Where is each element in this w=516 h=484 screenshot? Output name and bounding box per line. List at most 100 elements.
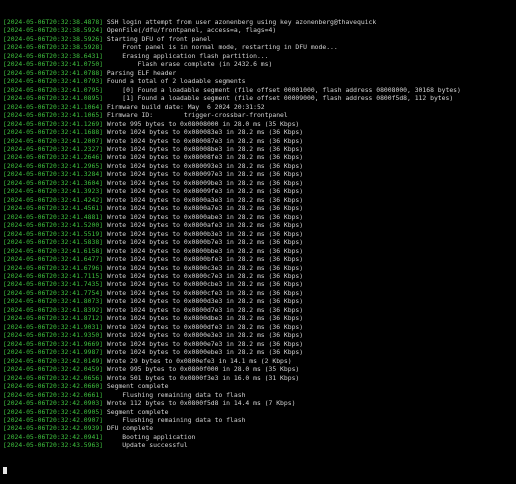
log-timestamp: [2024-05-06T20:32:42.0903]	[3, 399, 104, 408]
log-timestamp: [2024-05-06T20:32:41.6158]	[3, 246, 104, 255]
log-line: [2024-05-06T20:32:41.1064] Firmware buil…	[3, 103, 516, 111]
log-message: Booting application	[106, 432, 196, 441]
log-timestamp: [2024-05-06T20:32:38.5926]	[3, 34, 104, 43]
log-timestamp: [2024-05-06T20:32:42.0660]	[3, 382, 104, 391]
log-line: [2024-05-06T20:32:41.9987] Wrote 1024 by…	[3, 348, 516, 356]
log-message: Firmware build date: May 6 2024 20:31:52	[106, 102, 265, 111]
log-timestamp: [2024-05-06T20:32:41.9669]	[3, 339, 104, 348]
log-message: Wrote 1024 bytes to 0x0800d7e3 in 28.2 m…	[106, 305, 304, 314]
terminal-output[interactable]: [2024-05-06T20:32:38.4878] SSH login att…	[3, 1, 516, 474]
log-line: [2024-05-06T20:32:41.6796] Wrote 1024 by…	[3, 264, 516, 272]
log-timestamp: [2024-05-06T20:32:42.0907]	[3, 415, 104, 424]
log-message: Flushing remaining data to flash	[106, 415, 246, 424]
log-message: Wrote 1024 bytes to 0x0800ebe3 in 28.2 m…	[106, 348, 304, 357]
log-line: [2024-05-06T20:32:41.4881] Wrote 1024 by…	[3, 213, 516, 221]
log-timestamp: [2024-05-06T20:32:41.3284]	[3, 170, 104, 179]
log-timestamp: [2024-05-06T20:32:42.0941]	[3, 432, 104, 441]
log-line: [2024-05-06T20:32:42.0905] Segment compl…	[3, 408, 516, 416]
log-message: Wrote 1024 bytes to 0x0800cbe3 in 28.2 m…	[106, 280, 304, 289]
log-line: [2024-05-06T20:32:41.1065] Firmware ID: …	[3, 111, 516, 119]
log-line: [2024-05-06T20:32:41.7754] Wrote 1024 by…	[3, 289, 516, 297]
log-timestamp: [2024-05-06T20:32:41.1269]	[3, 119, 104, 128]
log-timestamp: [2024-05-06T20:32:38.5924]	[3, 26, 104, 35]
log-line: [2024-05-06T20:32:41.7435] Wrote 1024 by…	[3, 280, 516, 288]
log-message: [1] Found a loadable segment (file offse…	[106, 94, 454, 103]
log-message: Starting DFU of front panel	[106, 34, 211, 43]
log-line: [2024-05-06T20:32:41.5838] Wrote 1024 by…	[3, 238, 516, 246]
log-timestamp: [2024-05-06T20:32:41.0895]	[3, 94, 104, 103]
text-cursor	[3, 466, 7, 474]
log-line: [2024-05-06T20:32:38.4878] SSH login att…	[3, 18, 516, 26]
log-timestamp: [2024-05-06T20:32:41.0750]	[3, 60, 104, 69]
log-line: [2024-05-06T20:32:41.9669] Wrote 1024 by…	[3, 340, 516, 348]
log-message: Wrote 995 bytes to 0x08008000 in 28.0 ms…	[106, 119, 300, 128]
log-line: [2024-05-06T20:32:41.9350] Wrote 1024 by…	[3, 331, 516, 339]
log-timestamp: [2024-05-06T20:32:42.0656]	[3, 373, 104, 382]
log-timestamp: [2024-05-06T20:32:42.0459]	[3, 365, 104, 374]
log-line: [2024-05-06T20:32:41.9031] Wrote 1024 by…	[3, 323, 516, 331]
log-message: Wrote 1024 bytes to 0x080083e3 in 28.2 m…	[106, 128, 304, 137]
log-message: Wrote 1024 bytes to 0x0800c3e3 in 28.2 m…	[106, 263, 304, 272]
log-timestamp: [2024-05-06T20:32:41.4242]	[3, 195, 104, 204]
log-line: [2024-05-06T20:32:38.5926] Starting DFU …	[3, 35, 516, 43]
log-timestamp: [2024-05-06T20:32:42.0149]	[3, 356, 104, 365]
log-timestamp: [2024-05-06T20:32:41.8073]	[3, 297, 104, 306]
log-line: [2024-05-06T20:32:41.0788] Parsing ELF h…	[3, 69, 516, 77]
log-line: [2024-05-06T20:32:42.0459] Wrote 995 byt…	[3, 365, 516, 373]
prompt-line[interactable]	[3, 466, 516, 475]
log-timestamp: [2024-05-06T20:32:42.0905]	[3, 407, 104, 416]
log-line: [2024-05-06T20:32:41.7115] Wrote 1024 by…	[3, 272, 516, 280]
log-timestamp: [2024-05-06T20:32:41.3923]	[3, 187, 104, 196]
log-timestamp: [2024-05-06T20:32:41.8712]	[3, 314, 104, 323]
log-line: [2024-05-06T20:32:41.3604] Wrote 1024 by…	[3, 179, 516, 187]
log-timestamp: [2024-05-06T20:32:43.5963]	[3, 441, 104, 450]
log-line: [2024-05-06T20:32:38.5924] OpenFile(/dfu…	[3, 26, 516, 34]
log-timestamp: [2024-05-06T20:32:42.0661]	[3, 390, 104, 399]
log-timestamp: [2024-05-06T20:32:41.9031]	[3, 322, 104, 331]
log-timestamp: [2024-05-06T20:32:41.0793]	[3, 77, 104, 86]
log-message: Wrote 1024 bytes to 0x08008be3 in 28.2 m…	[106, 144, 304, 153]
log-message: Wrote 1024 bytes to 0x080093e3 in 28.2 m…	[106, 161, 304, 170]
log-message: Flash erase complete (in 2432.6 ms)	[106, 60, 273, 69]
log-timestamp: [2024-05-06T20:32:41.2646]	[3, 153, 104, 162]
log-line: [2024-05-06T20:32:42.0149] Wrote 29 byte…	[3, 357, 516, 365]
log-message: Firmware ID: trigger-crossbar-frontpanel	[106, 111, 288, 120]
log-timestamp: [2024-05-06T20:32:41.7115]	[3, 272, 104, 280]
log-line: [2024-05-06T20:32:41.2965] Wrote 1024 by…	[3, 162, 516, 170]
log-timestamp: [2024-05-06T20:32:38.4878]	[3, 17, 104, 26]
log-message: Wrote 1024 bytes to 0x08009be3 in 28.2 m…	[106, 178, 304, 187]
log-message: Wrote 1024 bytes to 0x0800abe3 in 28.2 m…	[106, 212, 304, 221]
log-message: Flushing remaining data to flash	[106, 390, 246, 399]
log-line: [2024-05-06T20:32:41.6158] Wrote 1024 by…	[3, 247, 516, 255]
log-message: Wrote 1024 bytes to 0x0800d3e3 in 28.2 m…	[106, 297, 304, 306]
log-message: Update successful	[106, 441, 188, 450]
log-timestamp: [2024-05-06T20:32:41.0795]	[3, 85, 104, 94]
log-message: Wrote 1024 bytes to 0x08008fe3 in 28.2 m…	[106, 153, 304, 162]
log-message: Wrote 1024 bytes to 0x0800afe3 in 28.2 m…	[106, 221, 304, 230]
log-message: DFU complete	[106, 424, 154, 433]
log-line: [2024-05-06T20:32:41.2646] Wrote 1024 by…	[3, 153, 516, 161]
log-message: Wrote 1024 bytes to 0x080087e3 in 28.2 m…	[106, 136, 304, 145]
log-message: Wrote 1024 bytes to 0x0800e3e3 in 28.2 m…	[106, 331, 304, 340]
log-message: Wrote 1024 bytes to 0x0800bfe3 in 28.2 m…	[106, 255, 304, 264]
log-timestamp: [2024-05-06T20:32:41.9987]	[3, 348, 104, 357]
log-timestamp: [2024-05-06T20:32:41.4561]	[3, 204, 104, 213]
log-message: [0] Found a loadable segment (file offse…	[106, 85, 461, 94]
log-line: [2024-05-06T20:32:41.8712] Wrote 1024 by…	[3, 314, 516, 322]
log-line: [2024-05-06T20:32:41.8392] Wrote 1024 by…	[3, 306, 516, 314]
log-timestamp: [2024-05-06T20:32:41.1064]	[3, 102, 104, 111]
log-message: Segment complete	[106, 382, 169, 391]
log-line: [2024-05-06T20:32:41.1269] Wrote 995 byt…	[3, 120, 516, 128]
log-timestamp: [2024-05-06T20:32:41.5519]	[3, 229, 104, 238]
log-timestamp: [2024-05-06T20:32:41.5838]	[3, 238, 104, 247]
log-message: SSH login attempt from user azonenberg u…	[106, 17, 377, 26]
log-line: [2024-05-06T20:32:42.0660] Segment compl…	[3, 382, 516, 390]
log-timestamp: [2024-05-06T20:32:41.3604]	[3, 178, 104, 187]
log-line: [2024-05-06T20:32:42.0656] Wrote 501 byt…	[3, 374, 516, 382]
log-line: [2024-05-06T20:32:41.5200] Wrote 1024 by…	[3, 221, 516, 229]
log-timestamp: [2024-05-06T20:32:41.1065]	[3, 111, 104, 120]
log-line: [2024-05-06T20:32:41.0750] Flash erase c…	[3, 60, 516, 68]
log-timestamp: [2024-05-06T20:32:41.7754]	[3, 288, 104, 297]
log-message: Wrote 1024 bytes to 0x0800b7e3 in 28.2 m…	[106, 238, 304, 247]
log-message: Wrote 1024 bytes to 0x0800dbe3 in 28.2 m…	[106, 314, 304, 323]
